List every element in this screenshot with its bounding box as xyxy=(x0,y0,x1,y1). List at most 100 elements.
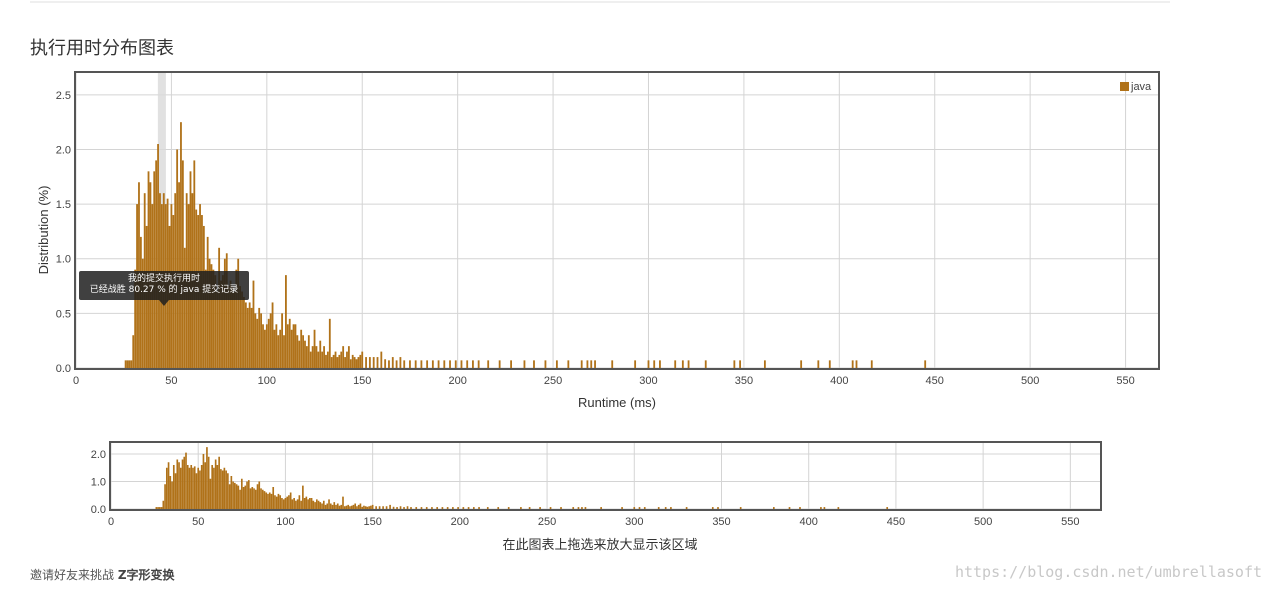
legend[interactable]: java xyxy=(1120,81,1152,93)
bar xyxy=(312,500,315,509)
bar xyxy=(324,504,327,509)
bar xyxy=(283,335,285,368)
navigator-hint: 在此图表上拖选来放大显示该区域 xyxy=(502,537,697,552)
bar xyxy=(647,360,650,368)
bar xyxy=(380,351,383,368)
bar xyxy=(186,465,189,509)
main-x-tick-labels: 0 50 100 150 200 250 300 350 400 450 500 550 xyxy=(73,375,1135,387)
bar xyxy=(414,360,417,368)
bar xyxy=(460,360,463,368)
x-tick-label: 0 xyxy=(108,516,114,528)
bar xyxy=(239,489,241,509)
x-tick-label: 300 xyxy=(639,375,657,387)
bar xyxy=(396,507,398,509)
bar xyxy=(472,507,475,509)
bar xyxy=(258,481,261,509)
bar xyxy=(340,504,343,509)
bar xyxy=(248,302,251,368)
bar xyxy=(634,360,637,368)
bar xyxy=(256,484,259,509)
bar xyxy=(384,359,387,368)
bar xyxy=(664,507,667,509)
bar xyxy=(162,500,165,509)
bar xyxy=(452,507,454,509)
bar xyxy=(477,360,480,368)
bar xyxy=(704,360,707,368)
bar xyxy=(181,459,184,509)
bar xyxy=(139,236,142,368)
bar xyxy=(353,357,356,368)
y-tick-label: 1.5 xyxy=(56,199,71,211)
tooltip-arrow xyxy=(159,300,169,306)
bar xyxy=(685,507,688,509)
bar xyxy=(670,507,672,509)
bar xyxy=(286,324,289,368)
bar xyxy=(190,465,193,509)
bar xyxy=(425,507,428,509)
watermark: https://blog.csdn.net/umbrellasoft xyxy=(954,563,1262,581)
bar xyxy=(352,504,355,509)
bar xyxy=(277,335,280,368)
bar xyxy=(252,280,255,368)
bar xyxy=(273,329,276,368)
bar xyxy=(328,318,331,368)
bar xyxy=(155,507,158,509)
bar xyxy=(314,502,316,509)
bar xyxy=(179,467,182,509)
bar xyxy=(365,357,367,368)
x-tick-label: 200 xyxy=(451,516,469,528)
bar xyxy=(594,360,596,368)
bar xyxy=(275,496,278,509)
x-tick-label: 400 xyxy=(800,516,818,528)
bar xyxy=(251,487,254,509)
bar xyxy=(399,506,402,509)
x-tick-label: 250 xyxy=(538,516,556,528)
bar xyxy=(325,354,327,368)
bar xyxy=(420,507,423,509)
bar xyxy=(739,360,741,368)
runtime-tooltip: 我的提交执行用时 已经战胜 80.27 % 的 java 提交记录 xyxy=(79,271,249,306)
bar xyxy=(323,346,325,368)
bar xyxy=(281,498,283,509)
bar xyxy=(687,360,690,368)
bar xyxy=(357,357,360,368)
bar xyxy=(431,360,434,368)
bar xyxy=(235,484,238,509)
bar xyxy=(174,473,177,509)
bar xyxy=(289,492,292,509)
bar xyxy=(309,351,312,368)
bar xyxy=(772,507,775,509)
bar xyxy=(409,360,411,368)
bar xyxy=(155,160,158,368)
bar xyxy=(886,507,889,509)
bar xyxy=(817,360,820,368)
bar xyxy=(763,360,766,368)
bar xyxy=(349,359,352,368)
bar xyxy=(206,447,208,509)
bar xyxy=(336,357,339,368)
bar xyxy=(338,505,341,509)
bar xyxy=(851,360,854,368)
bar xyxy=(321,351,324,368)
bar xyxy=(284,498,287,509)
bar xyxy=(181,160,184,368)
bar xyxy=(347,346,350,368)
bar xyxy=(560,507,562,509)
bar xyxy=(820,507,822,509)
bar xyxy=(302,335,304,368)
tooltip-line-1: 我的提交执行用时 xyxy=(127,274,200,284)
bar xyxy=(392,506,395,509)
bar xyxy=(202,454,205,509)
bar xyxy=(321,503,323,509)
navigator-bars xyxy=(155,447,889,509)
bar xyxy=(449,360,451,368)
bar xyxy=(171,481,173,509)
bar xyxy=(315,499,318,509)
bar xyxy=(659,360,661,368)
bar xyxy=(363,505,365,509)
y-tick-label: 2.0 xyxy=(91,449,106,461)
bar xyxy=(326,503,329,509)
bar xyxy=(328,499,330,509)
challenge-link[interactable]: Z字形变换 xyxy=(118,568,175,582)
bar xyxy=(286,496,288,509)
